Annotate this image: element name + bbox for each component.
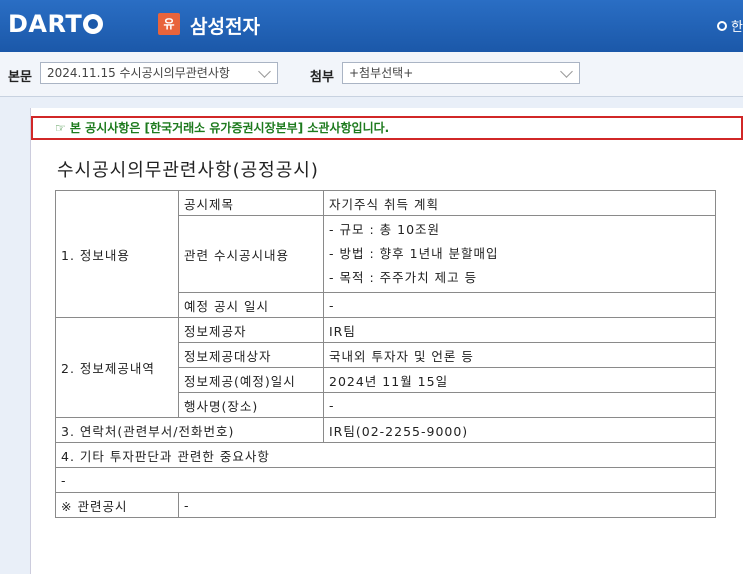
cell-label: 정보제공자 bbox=[178, 317, 324, 343]
related-disclosure-label: ※ 관련공시 bbox=[55, 492, 179, 518]
dart-logo[interactable]: DART bbox=[8, 10, 104, 38]
attach-label: 첨부 bbox=[310, 70, 334, 85]
cell-label: 행사명(장소) bbox=[178, 392, 324, 418]
related-line: - 규모 : 총 10조원 bbox=[329, 222, 441, 237]
table-row: 2. 정보제공내역 정보제공자 IR팀 bbox=[55, 317, 716, 418]
cell-value: 자기주식 취득 계획 bbox=[323, 190, 716, 216]
radio-circle-icon bbox=[717, 20, 728, 31]
section-2-label: 2. 정보제공내역 bbox=[55, 317, 179, 418]
cell-value: - bbox=[323, 392, 716, 418]
cell-label: 예정 공시 일시 bbox=[178, 292, 324, 318]
table-row: 1. 정보내용 공시제목 자기주식 취득 계획 bbox=[55, 190, 716, 318]
related-disclosure-value: - bbox=[178, 492, 716, 518]
cell-label: 정보제공대상자 bbox=[178, 342, 324, 368]
cell-label: 공시제목 bbox=[178, 190, 324, 216]
market-badge: 유 bbox=[158, 13, 180, 35]
cell-value: IR팀(02-2255-9000) bbox=[323, 417, 716, 443]
top-right-text: 한 bbox=[731, 20, 743, 35]
table-row: - bbox=[55, 467, 716, 493]
cell-label: 정보제공(예정)일시 bbox=[178, 367, 324, 393]
cell-value: IR팀 bbox=[323, 317, 716, 343]
chevron-down-icon bbox=[560, 65, 573, 78]
disclosure-table: 1. 정보내용 공시제목 자기주식 취득 계획 관련 수시공시내용 - 규모 :… bbox=[55, 190, 716, 518]
section-1-label: 1. 정보내용 bbox=[55, 190, 179, 318]
document-selector-bar: 본문 2024.11.15 수시공시의무관련사항 첨부 +첨부선택+ bbox=[0, 52, 743, 97]
top-right-menu[interactable]: 한 bbox=[717, 16, 743, 35]
main-doc-label: 본문 bbox=[8, 70, 32, 85]
company-name: 삼성전자 bbox=[190, 16, 260, 38]
main-doc-value: 2024.11.15 수시공시의무관련사항 bbox=[47, 66, 230, 80]
cell-value: - 규모 : 총 10조원 - 방법 : 향후 1년내 분할매입 - 목적 : … bbox=[323, 215, 716, 293]
logo-circle-icon bbox=[83, 14, 104, 34]
table-row: 3. 연락처(관련부서/전화번호) IR팀(02-2255-9000) bbox=[55, 417, 716, 443]
table-row: ※ 관련공시 - bbox=[55, 492, 716, 518]
main-doc-select[interactable]: 2024.11.15 수시공시의무관련사항 bbox=[40, 62, 278, 84]
cell-value: 국내외 투자자 및 언론 등 bbox=[323, 342, 716, 368]
top-header: DART 유 삼성전자 한 bbox=[0, 0, 743, 52]
cell-value: - bbox=[323, 292, 716, 318]
notice-banner: ☞ 본 공시사항은 [한국거래소 유가증권시장본부] 소관사항입니다. bbox=[31, 116, 743, 140]
table-row: 4. 기타 투자판단과 관련한 중요사항 bbox=[55, 442, 716, 468]
page-title: 수시공시의무관련사항(공정공시) bbox=[57, 160, 319, 181]
related-line: - 방법 : 향후 1년내 분할매입 bbox=[329, 246, 499, 261]
cell-value: 2024년 11월 15일 bbox=[323, 367, 716, 393]
section-3-label: 3. 연락처(관련부서/전화번호) bbox=[55, 417, 324, 443]
attach-value: +첨부선택+ bbox=[349, 66, 414, 80]
cell-label: 관련 수시공시내용 bbox=[178, 215, 324, 293]
section-4-label: 4. 기타 투자판단과 관련한 중요사항 bbox=[55, 442, 716, 468]
document-body: ☞ 본 공시사항은 [한국거래소 유가증권시장본부] 소관사항입니다. 수시공시… bbox=[30, 108, 743, 574]
section-4-value: - bbox=[55, 467, 716, 493]
attach-select[interactable]: +첨부선택+ bbox=[342, 62, 580, 84]
related-line: - 목적 : 주주가치 제고 등 bbox=[329, 270, 478, 285]
logo-text: DART bbox=[8, 10, 83, 38]
chevron-down-icon bbox=[258, 65, 271, 78]
